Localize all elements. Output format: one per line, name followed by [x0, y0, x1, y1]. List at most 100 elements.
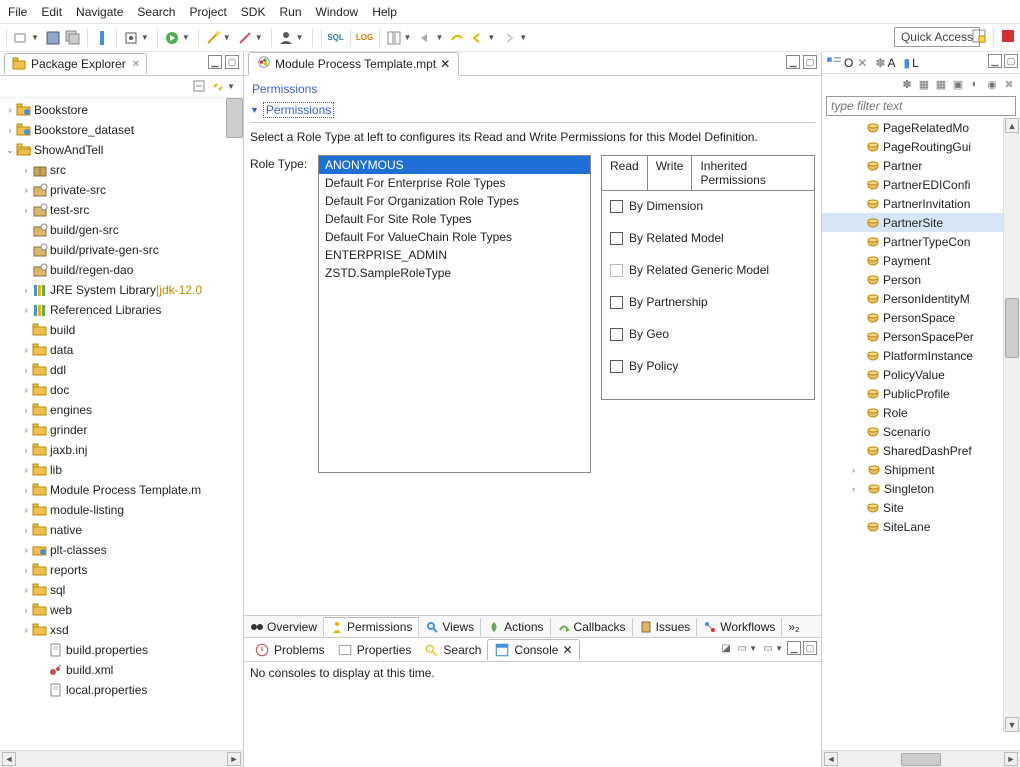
scrollbar-thumb[interactable]	[226, 98, 243, 138]
tree-item[interactable]: ›engines	[4, 400, 243, 420]
outline-item[interactable]: PageRelatedMo	[822, 118, 1020, 137]
package-explorer-tab[interactable]: Package Explorer ✕	[4, 53, 147, 74]
save-icon[interactable]	[45, 30, 61, 46]
scroll-right-icon[interactable]: ►	[1004, 752, 1018, 766]
expander-icon[interactable]: ›	[20, 585, 32, 595]
outline-item[interactable]: Person	[822, 270, 1020, 289]
outline-item[interactable]: Role	[822, 403, 1020, 422]
java-perspective-icon[interactable]	[1000, 28, 1016, 44]
outline-item[interactable]: PageRoutingGui	[822, 137, 1020, 156]
prev-edit-icon[interactable]	[417, 30, 433, 46]
outline-item[interactable]: PartnerTypeCon	[822, 232, 1020, 251]
scroll-left-icon[interactable]: ◄	[824, 752, 838, 766]
tab-overview[interactable]: Overview	[244, 618, 324, 636]
scrollbar-thumb[interactable]	[901, 753, 941, 766]
wand2-icon[interactable]	[237, 30, 253, 46]
maximize-icon[interactable]: ▢	[803, 641, 817, 655]
expander-icon[interactable]: ›	[20, 605, 32, 615]
tab-search-results[interactable]: Search	[417, 640, 487, 660]
menu-run[interactable]: Run	[279, 5, 301, 19]
tree-item[interactable]: build.properties	[4, 640, 243, 660]
expander-icon[interactable]: ›	[852, 465, 864, 475]
expander-icon[interactable]: ›	[20, 385, 32, 395]
expander-icon[interactable]: ›	[20, 545, 32, 555]
collapse-all-icon[interactable]	[193, 80, 207, 94]
outline-item[interactable]: ›Shipment	[822, 460, 1020, 479]
menu-sdk[interactable]: SDK	[241, 5, 266, 19]
expander-icon[interactable]: ›	[4, 105, 16, 115]
outline-action-6-icon[interactable]: ◉	[985, 77, 999, 91]
tree-item[interactable]: build/gen-src	[4, 220, 243, 240]
outline-filter-input[interactable]	[826, 96, 1016, 116]
dropdown-arrow-icon[interactable]: ▼	[141, 33, 149, 42]
checkbox[interactable]	[610, 360, 623, 373]
outline-action-2-icon[interactable]: ▦	[917, 77, 931, 91]
dropdown-arrow-icon[interactable]: ▼	[519, 33, 527, 42]
tree-item[interactable]: ›jaxb.inj	[4, 440, 243, 460]
tree-item[interactable]: build/private-gen-src	[4, 240, 243, 260]
open-perspective-icon[interactable]	[971, 28, 987, 44]
menu-project[interactable]: Project	[189, 5, 226, 19]
tree-item[interactable]: ›Bookstore_dataset	[4, 120, 243, 140]
role-type-list[interactable]: ANONYMOUSDefault For Enterprise Role Typ…	[318, 155, 591, 473]
tree-item[interactable]: ⌄ShowAndTell	[4, 140, 243, 160]
scroll-up-icon[interactable]: ▲	[1005, 118, 1019, 133]
menu-help[interactable]: Help	[372, 5, 397, 19]
expander-icon[interactable]: ›	[20, 165, 32, 175]
quick-access-input[interactable]: Quick Access	[894, 27, 980, 47]
expander-icon[interactable]: ›	[20, 425, 32, 435]
dropdown-arrow-icon[interactable]: ▼	[227, 82, 235, 91]
outline-item[interactable]: PartnerSite	[822, 213, 1020, 232]
tab-write[interactable]: Write	[648, 156, 693, 190]
outline-action-1-icon[interactable]: ✽	[900, 77, 914, 91]
tree-item[interactable]: ›grinder	[4, 420, 243, 440]
tree-item[interactable]: ›test-src	[4, 200, 243, 220]
role-type-item[interactable]: Default For Site Role Types	[319, 210, 590, 228]
menu-file[interactable]: File	[8, 5, 27, 19]
outline-action-3-icon[interactable]: ▦	[934, 77, 948, 91]
scroll-left-icon[interactable]: ◄	[2, 752, 16, 766]
editor-tab[interactable]: Module Process Template.mpt ✕	[248, 52, 459, 76]
tree-item[interactable]: ›web	[4, 600, 243, 620]
outline-item[interactable]: PersonSpacePer	[822, 327, 1020, 346]
expander-icon[interactable]: ›	[20, 345, 32, 355]
tree-item[interactable]: ›data	[4, 340, 243, 360]
tree-item[interactable]: ›sql	[4, 580, 243, 600]
tree-item[interactable]: ›JRE System Library [jdk-12.0	[4, 280, 243, 300]
outline-tab[interactable]: O✕	[826, 55, 867, 71]
dropdown-arrow-icon[interactable]: ▼	[487, 33, 495, 42]
outline-close-icon[interactable]: ✖	[1002, 77, 1016, 91]
tab-permissions[interactable]: Permissions	[324, 617, 419, 636]
close-icon[interactable]: ✕	[440, 57, 450, 71]
role-type-item[interactable]: ENTERPRISE_ADMIN	[319, 246, 590, 264]
outline-item[interactable]: PublicProfile	[822, 384, 1020, 403]
outline-item[interactable]: SharedDashPref	[822, 441, 1020, 460]
outline-item[interactable]: ›Singleton	[822, 479, 1020, 498]
display-console-icon[interactable]: ▭	[735, 641, 749, 655]
section-header[interactable]: ▼ Permissions	[250, 102, 815, 118]
outline-tree[interactable]: ▲ ▼ PageRelatedMoPageRoutingGuiPartnerPa…	[822, 118, 1020, 750]
close-icon[interactable]: ✕	[562, 643, 572, 657]
db-icon[interactable]	[123, 30, 139, 46]
menu-search[interactable]: Search	[137, 5, 175, 19]
outline-action-5-icon[interactable]: ◐	[968, 77, 982, 91]
expander-icon[interactable]: ›	[20, 305, 32, 315]
role-type-item[interactable]: Default For ValueChain Role Types	[319, 228, 590, 246]
role-type-item[interactable]: Default For Enterprise Role Types	[319, 174, 590, 192]
tree-item[interactable]: ›xsd	[4, 620, 243, 640]
horizontal-scrollbar[interactable]: ◄ ►	[0, 750, 243, 767]
outline-item[interactable]: PartnerInvitation	[822, 194, 1020, 213]
tab-issues[interactable]: Issues	[633, 618, 698, 636]
role-type-item[interactable]: Default For Organization Role Types	[319, 192, 590, 210]
outline-action-4-icon[interactable]: ▣	[951, 77, 965, 91]
tree-item[interactable]: ›private-src	[4, 180, 243, 200]
expander-icon[interactable]: ›	[20, 505, 32, 515]
checkbox[interactable]	[610, 232, 623, 245]
permission-checkbox-row[interactable]: By Dimension	[610, 199, 806, 213]
checkbox[interactable]	[610, 200, 623, 213]
dropdown-arrow-icon[interactable]: ▼	[31, 33, 39, 42]
dropdown-arrow-icon[interactable]: ▼	[182, 33, 190, 42]
checkbox[interactable]	[610, 296, 623, 309]
menu-window[interactable]: Window	[316, 5, 359, 19]
permission-checkbox-row[interactable]: By Related Model	[610, 231, 806, 245]
